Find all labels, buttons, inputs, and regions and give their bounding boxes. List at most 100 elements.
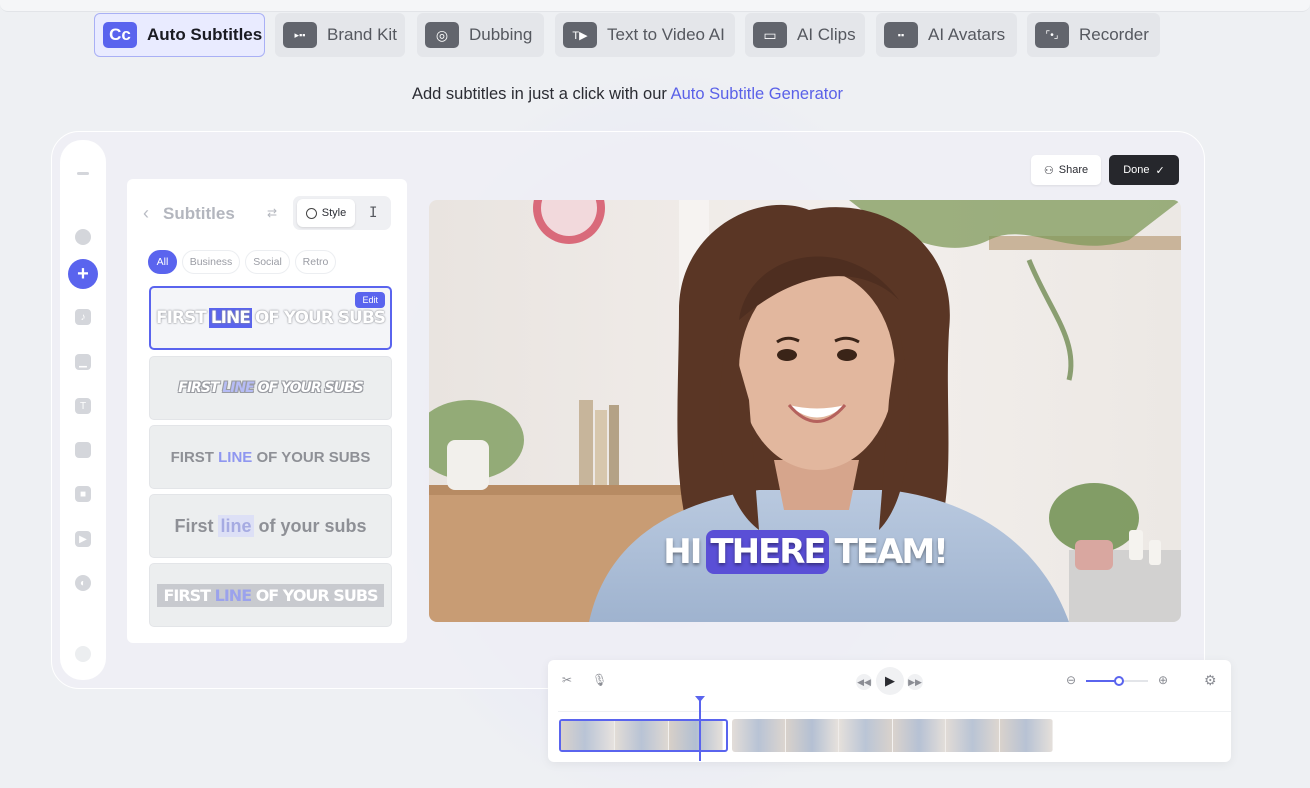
cc-icon: Cc bbox=[103, 22, 137, 48]
filter-business[interactable]: Business bbox=[182, 250, 240, 274]
preset-highlight: LINE bbox=[208, 308, 252, 328]
tab-brand-kit[interactable]: ▸▪▪ Brand Kit bbox=[275, 13, 405, 57]
edit-button[interactable]: Edit bbox=[355, 292, 385, 308]
subtitle-preset-card[interactable]: FIRST LINE OF YOUR SUBS bbox=[149, 425, 392, 489]
preset-text: OF YOUR SUBS bbox=[255, 585, 379, 605]
help-icon[interactable] bbox=[75, 646, 91, 662]
preset-text: First bbox=[174, 515, 214, 536]
subtitle-preset-card[interactable]: FIRST LINE OF YOUR SUBS bbox=[149, 356, 392, 420]
style-label: Style bbox=[321, 207, 347, 219]
preset-text: FIRST bbox=[170, 448, 214, 466]
preset-highlight: LINE bbox=[214, 585, 252, 605]
text-cursor-icon[interactable]: I bbox=[369, 205, 377, 221]
filter-social[interactable]: Social bbox=[245, 250, 290, 274]
top-strip bbox=[0, 0, 1310, 12]
tab-text-to-video[interactable]: T▶ Text to Video AI bbox=[555, 13, 735, 57]
palette-icon bbox=[305, 207, 317, 219]
clip-thumbnail bbox=[999, 719, 1053, 752]
video-preview[interactable]: HI THERE TEAM! bbox=[429, 200, 1181, 622]
filter-icon[interactable]: ◐ bbox=[75, 575, 91, 591]
back-chevron-icon[interactable]: ‹ bbox=[143, 203, 149, 224]
tab-dubbing[interactable]: ◎ Dubbing bbox=[417, 13, 544, 57]
music-icon[interactable]: ♪ bbox=[75, 309, 91, 325]
text-to-video-icon: T▶ bbox=[563, 22, 597, 48]
add-person-icon: ⚇ bbox=[1043, 164, 1054, 177]
clip-thumbnail bbox=[732, 719, 786, 752]
preset-highlight: LINE bbox=[222, 380, 254, 396]
share-button[interactable]: ⚇ Share bbox=[1031, 155, 1101, 185]
fast-forward-icon[interactable]: ▶▶ bbox=[907, 674, 923, 690]
preset-highlight: LINE bbox=[218, 448, 253, 466]
tab-ai-avatars[interactable]: ▪▪ AI Avatars bbox=[876, 13, 1017, 57]
record-icon[interactable] bbox=[75, 229, 91, 245]
tab-ai-clips[interactable]: ▭ AI Clips bbox=[745, 13, 865, 57]
timeline-clip[interactable] bbox=[732, 719, 1053, 752]
microphone-icon[interactable]: 🎙 bbox=[592, 673, 607, 687]
tab-label: Recorder bbox=[1079, 25, 1149, 44]
selected-clip[interactable] bbox=[559, 719, 728, 752]
headline: Add subtitles in just a click with our A… bbox=[0, 85, 1255, 104]
share-label: Share bbox=[1058, 164, 1089, 176]
preset-preview: FIRST LINE OF YOUR SUBS bbox=[156, 308, 386, 328]
scissors-icon[interactable]: ✂ bbox=[562, 673, 572, 687]
tool-rail: ♪ ▁ T ■ ▶ ◐ bbox=[60, 140, 106, 680]
rewind-icon[interactable]: ◀◀ bbox=[856, 674, 872, 690]
clip-thumbnail bbox=[946, 719, 1000, 752]
tab-label: AI Avatars bbox=[928, 25, 1006, 44]
preset-preview: FIRST LINE OF YOUR SUBS bbox=[178, 380, 364, 396]
clip-thumbnail bbox=[839, 719, 893, 752]
clips-icon: ▭ bbox=[753, 22, 787, 48]
swap-icon[interactable]: ⇄ bbox=[267, 206, 277, 220]
subtitle-tool-icon[interactable]: ▁ bbox=[75, 354, 91, 370]
preset-text: OF YOUR SUBS bbox=[256, 448, 371, 466]
headline-link[interactable]: Auto Subtitle Generator bbox=[671, 85, 843, 103]
subtitle-preset-card[interactable]: Edit FIRST LINE OF YOUR SUBS bbox=[149, 286, 392, 350]
filter-all[interactable]: All bbox=[148, 250, 177, 274]
zoom-in-icon[interactable]: ⊕ bbox=[1158, 673, 1168, 687]
preset-text: OF YOUR SUBS bbox=[257, 380, 364, 396]
add-icon[interactable]: + bbox=[68, 259, 98, 289]
clip-thumbnail bbox=[669, 721, 723, 750]
video-caption: HI THERE TEAM! bbox=[429, 530, 1181, 574]
clip-thumbnail bbox=[561, 721, 615, 750]
panel-title: Subtitles bbox=[163, 204, 235, 223]
subtitle-preset-card[interactable]: First line of your subs bbox=[149, 494, 392, 558]
avatar-icon: ▪▪ bbox=[884, 22, 918, 48]
clip-thumbnail bbox=[615, 721, 669, 750]
tab-label: AI Clips bbox=[797, 25, 856, 44]
camera-icon[interactable]: ■ bbox=[75, 486, 91, 502]
preset-preview: FIRST LINE OF YOUR SUBS bbox=[157, 583, 384, 607]
settings-gear-icon[interactable]: ⚙ bbox=[1204, 672, 1217, 689]
tab-label: Text to Video AI bbox=[607, 25, 725, 44]
recorder-icon: ⌜•⌟ bbox=[1035, 22, 1069, 48]
brand-kit-icon: ▸▪▪ bbox=[283, 22, 317, 48]
done-button[interactable]: Done ✓ bbox=[1109, 155, 1179, 185]
caption-highlight: THERE bbox=[706, 530, 829, 574]
timeline-ruler bbox=[558, 711, 1231, 712]
text-tool-icon[interactable]: T bbox=[75, 398, 91, 414]
tab-label: Dubbing bbox=[469, 25, 533, 44]
menu-icon[interactable] bbox=[77, 172, 89, 175]
sticker-icon[interactable] bbox=[75, 442, 91, 458]
headline-text: Add subtitles in just a click with our bbox=[411, 85, 667, 103]
filter-retro[interactable]: Retro bbox=[295, 250, 336, 274]
preset-highlight: line bbox=[218, 514, 254, 537]
caption-text: HI bbox=[663, 532, 702, 572]
clip-thumbnail bbox=[785, 719, 839, 752]
style-button[interactable]: Style bbox=[297, 199, 355, 227]
media-icon[interactable]: ▶ bbox=[75, 531, 91, 547]
zoom-slider-handle[interactable] bbox=[1114, 676, 1124, 686]
subtitle-preset-card[interactable]: FIRST LINE OF YOUR SUBS bbox=[149, 563, 392, 627]
playhead[interactable] bbox=[695, 696, 705, 761]
tab-label: Auto Subtitles bbox=[147, 25, 263, 44]
clip-thumbnail bbox=[892, 719, 946, 752]
zoom-out-icon[interactable]: ⊖ bbox=[1066, 673, 1076, 687]
tab-recorder[interactable]: ⌜•⌟ Recorder bbox=[1027, 13, 1160, 57]
play-icon[interactable]: ▶ bbox=[876, 667, 904, 695]
preset-preview: FIRST LINE OF YOUR SUBS bbox=[171, 449, 371, 466]
preset-preview: First line of your subs bbox=[174, 514, 367, 537]
tab-auto-subtitles[interactable]: Cc Auto Subtitles bbox=[94, 13, 265, 57]
tab-label: Brand Kit bbox=[327, 25, 397, 44]
preset-text: FIRST bbox=[178, 380, 219, 396]
preset-text: FIRST bbox=[163, 585, 211, 605]
